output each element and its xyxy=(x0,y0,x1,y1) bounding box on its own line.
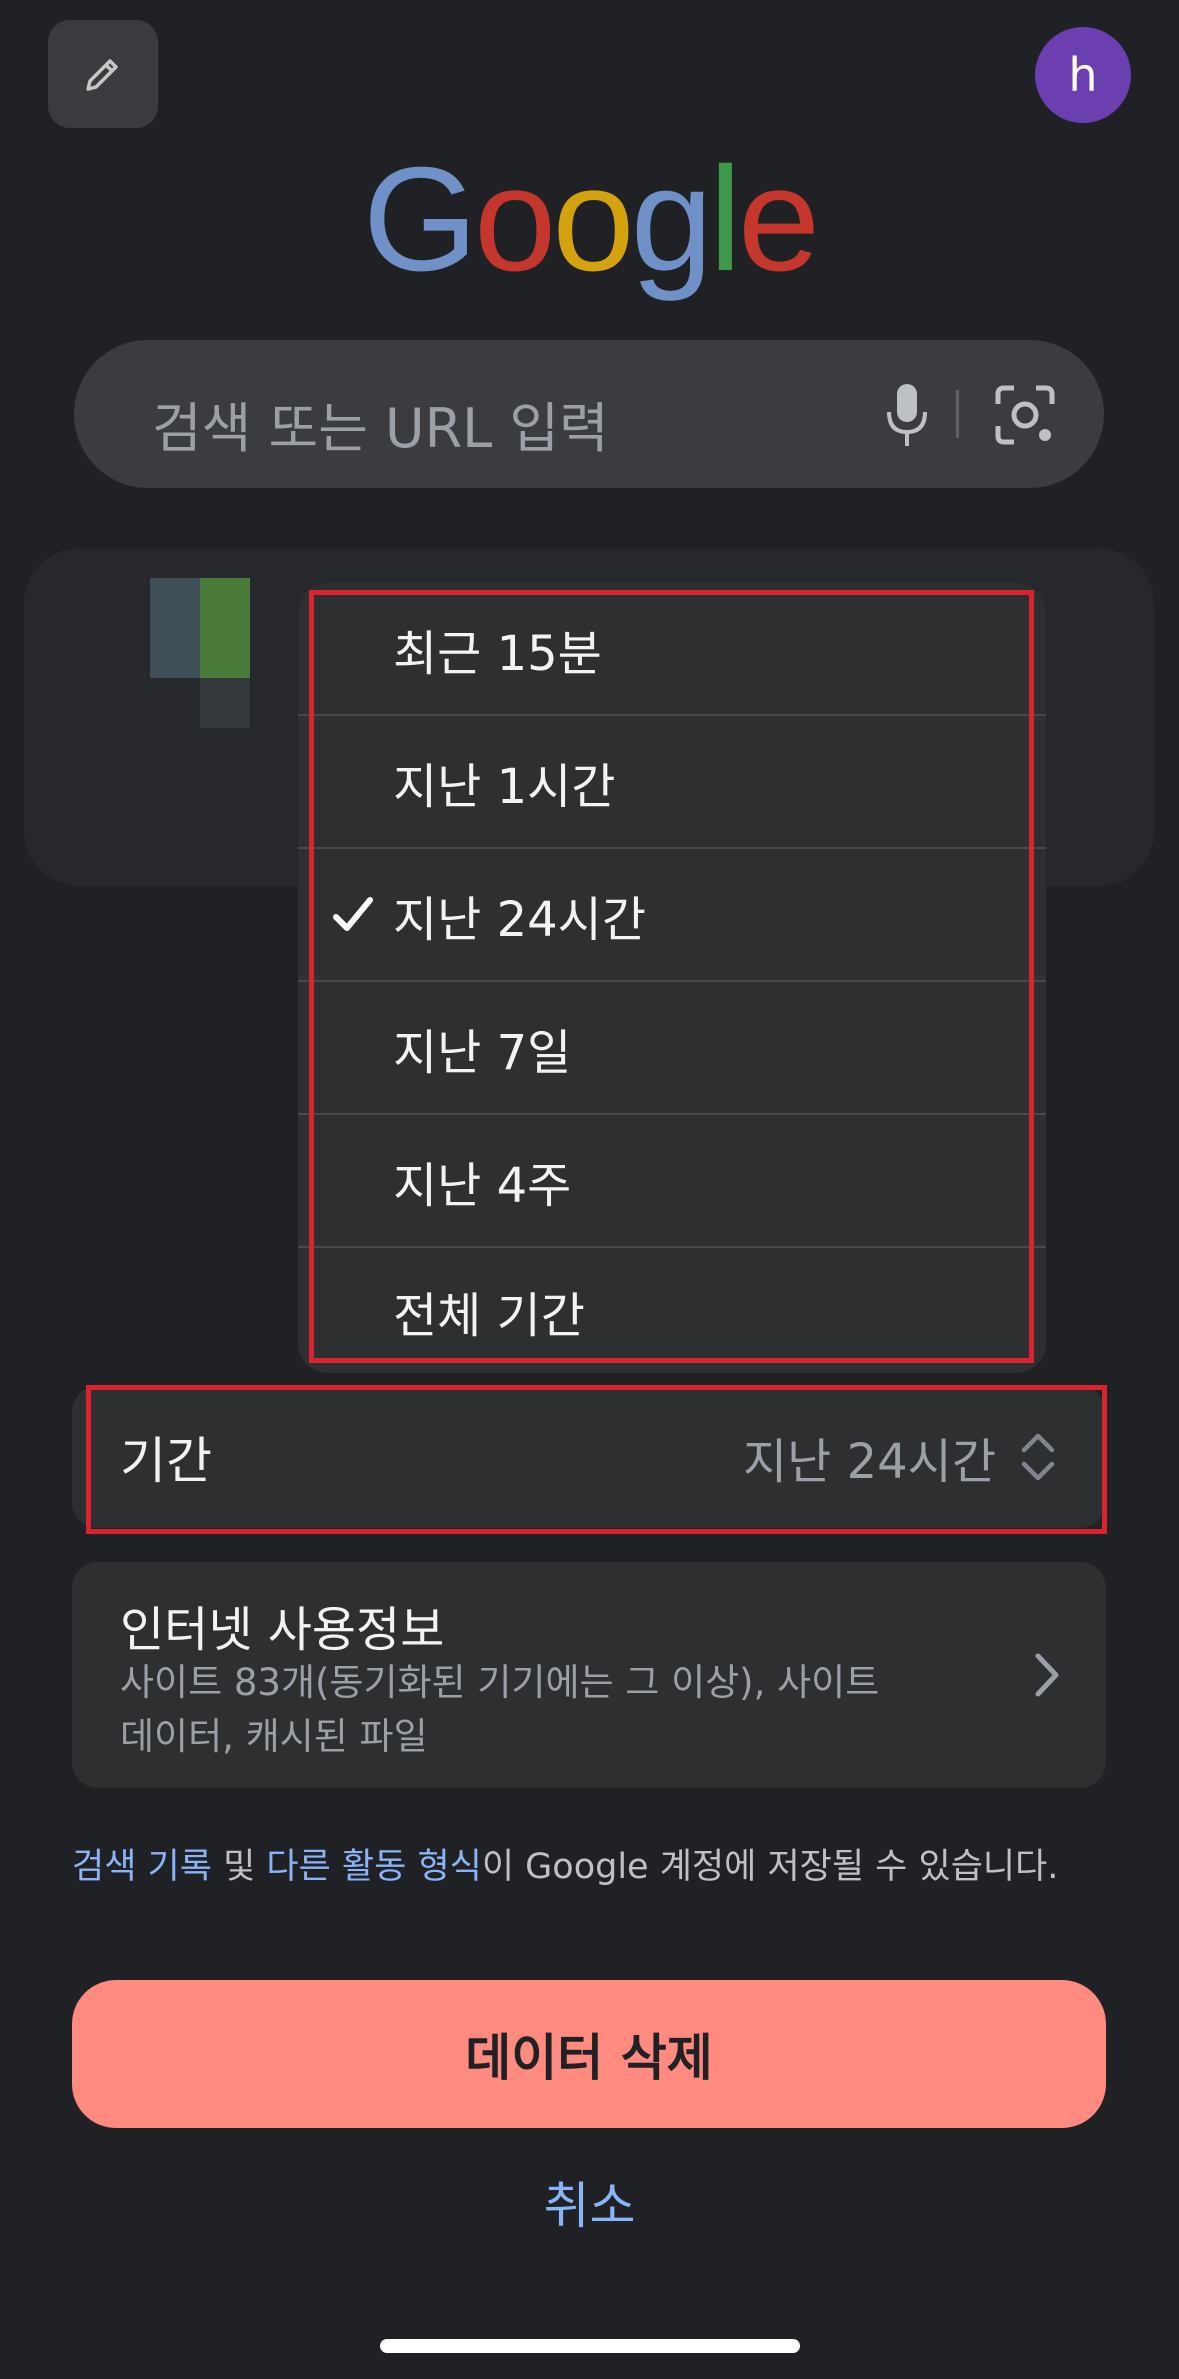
logo-letter-e: e xyxy=(737,137,820,302)
logo-letter-o1: o xyxy=(473,137,556,302)
avatar-initial: h xyxy=(1068,48,1098,102)
shortcut-tile xyxy=(200,678,250,728)
search-divider xyxy=(956,390,959,438)
info-conjunction: 및 xyxy=(211,1847,267,1887)
mic-icon[interactable] xyxy=(879,380,935,452)
info-rest-text: 이 Google 계정에 저장될 수 있습니다. xyxy=(481,1847,1059,1887)
search-history-link[interactable]: 검색 기록 xyxy=(72,1847,212,1887)
pencil-icon xyxy=(86,59,118,91)
edit-button[interactable] xyxy=(48,20,158,128)
search-input[interactable]: 검색 또는 URL 입력 xyxy=(152,384,609,463)
menu-highlight-box xyxy=(309,590,1034,1363)
logo-letter-g1: G xyxy=(362,137,478,302)
search-bar[interactable]: 검색 또는 URL 입력 xyxy=(74,340,1104,488)
home-indicator xyxy=(380,2339,800,2353)
browsing-data-title: 인터넷 사용정보 xyxy=(120,1602,445,1658)
browsing-data-description: 사이트 83개(동기화된 기기에는 그 이상), 사이트 데이터, 캐시된 파일 xyxy=(120,1661,880,1758)
shortcut-tile xyxy=(150,578,200,678)
cancel-button[interactable]: 취소 xyxy=(0,2166,1179,2238)
delete-data-button[interactable]: 데이터 삭제 xyxy=(72,1980,1106,2128)
logo-letter-l: l xyxy=(708,137,742,302)
lens-icon[interactable] xyxy=(992,382,1058,448)
account-info-text: 검색 기록 및 다른 활동 형식이 Google 계정에 저장될 수 있습니다. xyxy=(72,1838,1132,1889)
logo-letter-o2: o xyxy=(552,137,634,302)
shortcut-tile xyxy=(200,578,250,678)
avatar[interactable]: h xyxy=(1035,27,1131,123)
google-logo: G o o g l e xyxy=(0,146,1179,294)
other-activity-link[interactable]: 다른 활동 형식 xyxy=(266,1847,481,1887)
browsing-data-row[interactable]: 인터넷 사용정보 사이트 83개(동기화된 기기에는 그 이상), 사이트 데이… xyxy=(72,1562,1106,1788)
period-highlight-box xyxy=(86,1385,1107,1534)
logo-letter-g2: g xyxy=(630,137,713,302)
chevron-right-icon xyxy=(1035,1653,1059,1697)
